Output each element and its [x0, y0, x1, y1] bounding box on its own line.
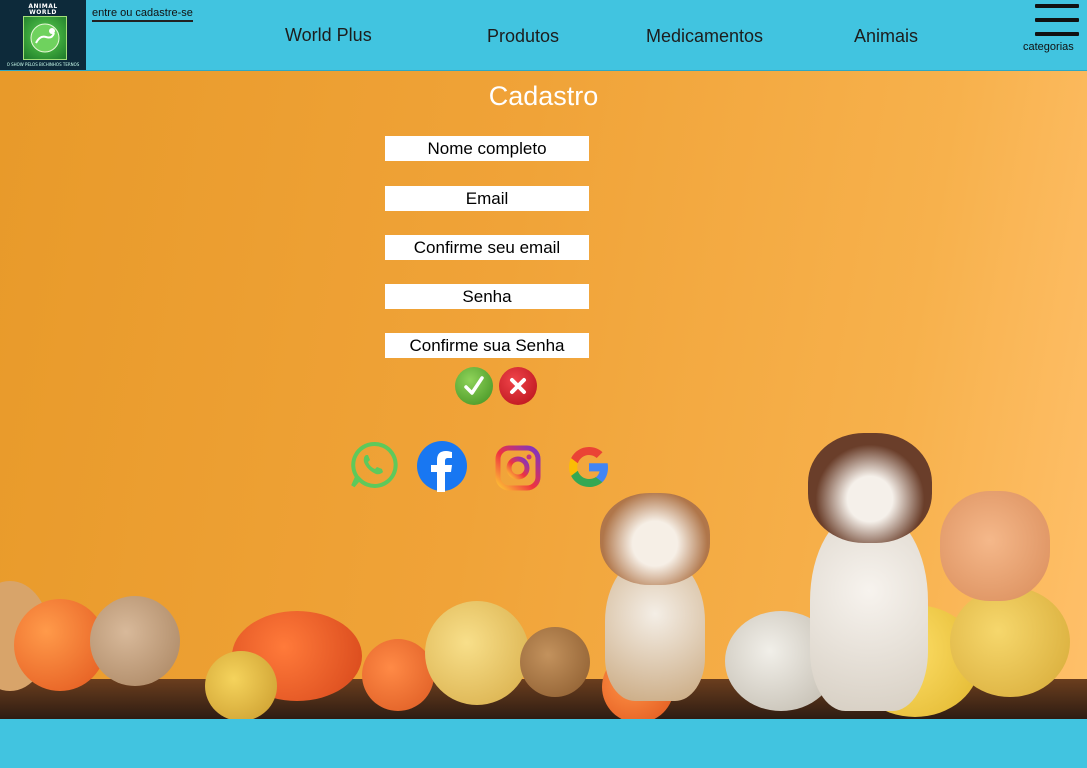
full-name-input[interactable]: [385, 136, 589, 161]
confirm-button[interactable]: [455, 367, 493, 405]
instagram-icon[interactable]: [494, 444, 542, 492]
facebook-icon[interactable]: [416, 440, 468, 492]
plush-toy-decoration: [940, 491, 1050, 601]
hero-background-image: Cadastro: [0, 71, 1087, 719]
yarn-ball-decoration: [362, 639, 434, 711]
footer-bar: [0, 719, 1087, 768]
site-logo[interactable]: ANIMAL WORLD O SHOW PELOS BICHINHOS TERN…: [0, 0, 86, 70]
nav-medicamentos[interactable]: Medicamentos: [646, 26, 763, 47]
yarn-ball-decoration: [425, 601, 529, 705]
puppy-head-illustration: [808, 433, 932, 543]
email-input[interactable]: [385, 186, 589, 211]
confirm-password-input[interactable]: [385, 333, 589, 358]
categories-label[interactable]: categorias: [1023, 41, 1074, 53]
whatsapp-icon[interactable]: [349, 440, 399, 490]
signup-title: Cadastro: [488, 81, 599, 111]
checkmark-icon: [464, 376, 484, 395]
logo-brand: ANIMAL WORLD: [0, 4, 86, 16]
yarn-ball-decoration: [205, 651, 277, 719]
nav-produtos[interactable]: Produtos: [487, 26, 559, 47]
puppy-head-illustration: [600, 493, 710, 585]
logo-tagline: O SHOW PELOS BICHINHOS TERNOS: [6, 62, 80, 67]
google-icon[interactable]: [566, 444, 612, 490]
yarn-ball-decoration: [950, 587, 1070, 697]
cancel-button[interactable]: [499, 367, 537, 405]
nav-animais[interactable]: Animais: [854, 26, 918, 47]
confirm-email-input[interactable]: [385, 235, 589, 260]
animal-world-logo-icon: [23, 16, 67, 60]
top-navigation-bar: ANIMAL WORLD O SHOW PELOS BICHINHOS TERN…: [0, 0, 1087, 71]
x-icon: [510, 378, 526, 394]
login-register-link[interactable]: entre ou cadastre-se: [92, 7, 193, 22]
nav-world-plus[interactable]: World Plus: [285, 25, 372, 46]
password-input[interactable]: [385, 284, 589, 309]
yarn-ball-decoration: [90, 596, 180, 686]
yarn-ball-decoration: [520, 627, 590, 697]
